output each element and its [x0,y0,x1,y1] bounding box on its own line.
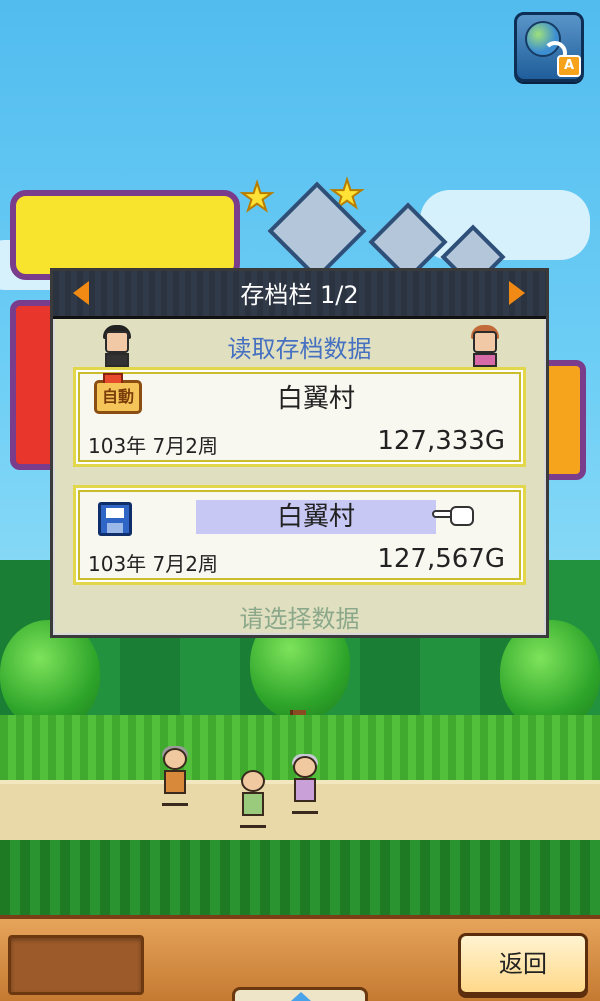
slot-village-name: 白翼村 [276,384,355,414]
save-slot-1[interactable]: 白翼村 103年 7月2周 127,567G [73,485,526,585]
logo-star: ★ [239,174,275,220]
slot-date: 103年 7月2周 [88,434,218,458]
ground-grass [0,840,600,920]
game-logo [10,190,240,280]
bottom-bar: 返回 [0,915,600,1001]
auto-save-icon: 自動 [94,373,142,414]
cloud [420,190,590,260]
slot-date: 103年 7月2周 [88,552,218,576]
pointing-hand-cursor-icon [432,502,476,528]
floppy-disk-icon [98,502,132,536]
slot-village-name: 白翼村 [196,500,436,534]
language-switch-button[interactable]: A [514,12,584,82]
expand-menu-tab[interactable] [232,987,368,1001]
up-arrow-icon [291,992,311,1001]
select-data-prompt: 请选择数据 [239,605,360,633]
dialog-title: 存档栏 1/2 [240,281,359,309]
villager-sprite [158,746,192,808]
princess-portrait-icon [467,323,503,367]
bottom-left-panel [8,935,144,995]
villager-sprite [288,754,322,816]
save-load-dialog: 存档栏 1/2 读取存档数据 自動 白翼村 103年 7月2周 127,333G… [50,268,549,638]
slot-gold: 127,567G [377,544,505,574]
back-button[interactable]: 返回 [458,933,588,995]
next-page-arrow-icon[interactable] [509,281,525,305]
save-slot-auto[interactable]: 自動 白翼村 103年 7月2周 127,333G [73,367,526,467]
villager-sprite [236,770,270,830]
slot-gold: 127,333G [377,426,505,456]
dialog-header: 存档栏 1/2 [53,271,546,319]
language-badge: A [557,55,581,77]
